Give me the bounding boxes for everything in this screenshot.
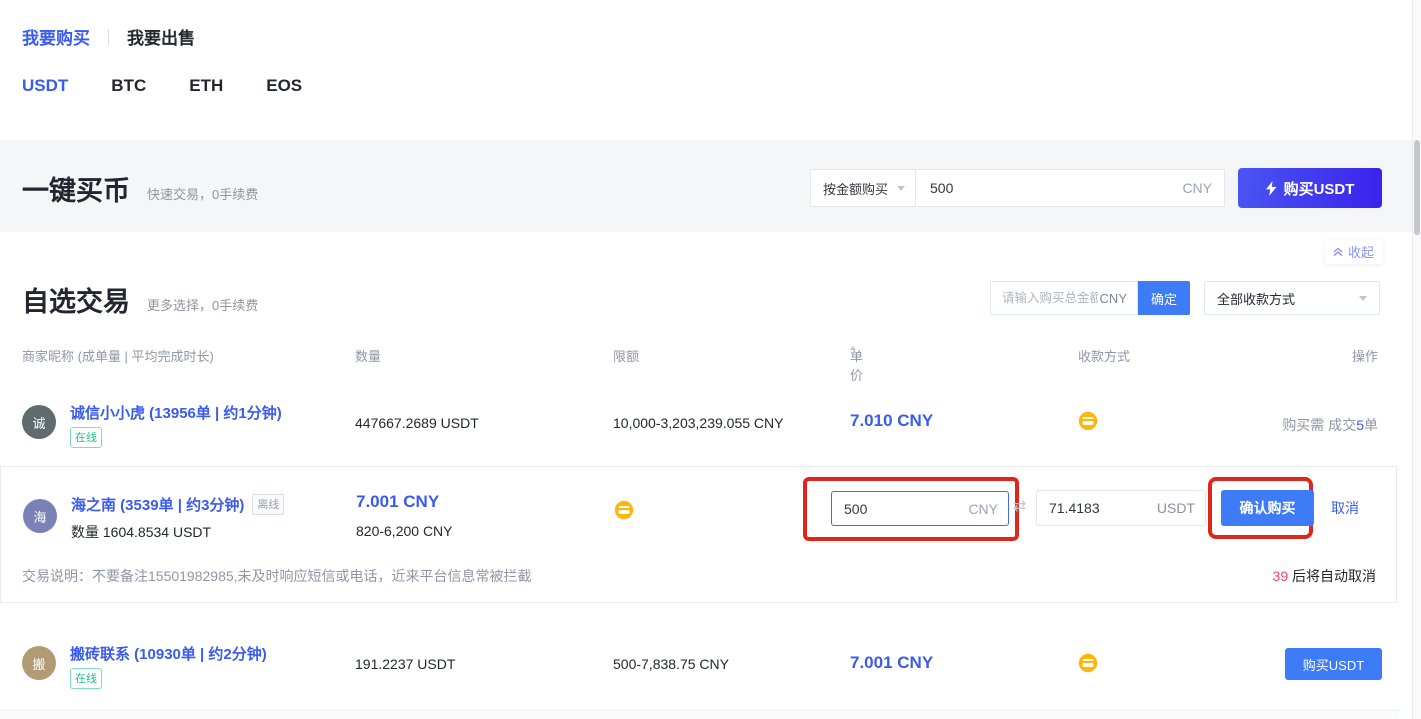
receive-amount-input[interactable] bbox=[1049, 500, 1157, 516]
bank-card-icon bbox=[614, 500, 634, 523]
quick-buy-amount-input[interactable] bbox=[930, 180, 1182, 196]
coin-tabs: USDT BTC ETH EOS bbox=[22, 76, 302, 96]
price-cell: 7.001 CNY bbox=[850, 653, 933, 673]
buy-mode-select-value: 按金额购买 bbox=[823, 179, 888, 198]
action-requirement-text: 购买需 成交5单 bbox=[1282, 415, 1378, 435]
exchange-icon: ⇄ bbox=[1013, 496, 1026, 516]
limit-cell: 820-6,200 CNY bbox=[356, 523, 453, 539]
table-row: 搬 搬砖联系 (10930单 | 约2分钟) 在线 191.2237 USDT … bbox=[0, 622, 1399, 704]
amount-value: 1604.8534 USDT bbox=[103, 524, 211, 540]
avatar[interactable]: 搬 bbox=[22, 646, 56, 680]
total-amount-filter-input[interactable] bbox=[1002, 291, 1098, 305]
tab-divider bbox=[108, 29, 109, 45]
pay-amount-input[interactable] bbox=[844, 501, 968, 517]
header-action: 操作 bbox=[1352, 346, 1378, 365]
limit-cell: 500-7,838.75 CNY bbox=[613, 656, 729, 672]
table-header: 商家昵称 (成单量 | 平均完成时长) 数量 限额 单价 收款方式 操作 bbox=[0, 346, 1399, 366]
quick-buy-button[interactable]: 购买USDT bbox=[1238, 168, 1382, 208]
quick-buy-section: 一键买币 快速交易，0手续费 按金额购买 CNY 购买USDT bbox=[0, 140, 1421, 232]
merchant-name: 海之南 (3539单 | 约3分钟) bbox=[71, 497, 244, 514]
coin-tab-eos[interactable]: EOS bbox=[266, 76, 302, 96]
quick-buy-subtitle: 快速交易，0手续费 bbox=[147, 184, 258, 203]
receive-amount-field: USDT bbox=[1036, 490, 1206, 526]
countdown-seconds: 39 bbox=[1273, 568, 1289, 584]
lightning-icon bbox=[1266, 181, 1277, 196]
total-amount-filter-field: CNY bbox=[990, 281, 1138, 315]
action-suffix: 单 bbox=[1364, 417, 1378, 433]
buy-mode-select[interactable]: 按金额购买 bbox=[810, 169, 915, 207]
bank-card-icon bbox=[1078, 653, 1098, 676]
receive-currency-suffix: USDT bbox=[1157, 500, 1195, 516]
coin-tab-usdt[interactable]: USDT bbox=[22, 76, 68, 96]
chevron-double-up-icon bbox=[1332, 246, 1344, 258]
action-prefix: 购买需 成交 bbox=[1282, 417, 1356, 433]
amount-line: 数量 1604.8534 USDT bbox=[71, 522, 211, 542]
trade-direction-tabs: 我要购买 我要出售 bbox=[22, 24, 195, 49]
avatar[interactable]: 诚 bbox=[22, 405, 56, 439]
header-amount: 数量 bbox=[355, 346, 381, 365]
amount-label: 数量 bbox=[71, 524, 99, 540]
filter-currency-suffix: CNY bbox=[1100, 291, 1127, 306]
tab-sell[interactable]: 我要出售 bbox=[127, 24, 195, 49]
quick-buy-amount-field: CNY bbox=[915, 169, 1225, 207]
coin-tab-btc[interactable]: BTC bbox=[111, 76, 146, 96]
amount-cell: 191.2237 USDT bbox=[355, 656, 455, 672]
merchant-name-link[interactable]: 诚信小小虎 (13956单 | 约1分钟) bbox=[70, 402, 282, 423]
status-badge: 在线 bbox=[70, 668, 102, 689]
status-badge: 在线 bbox=[70, 427, 102, 448]
sort-icon bbox=[850, 346, 856, 356]
limit-cell: 10,000-3,203,239.055 CNY bbox=[613, 415, 783, 431]
amount-cell: 447667.2689 USDT bbox=[355, 415, 479, 431]
header-limit: 限额 bbox=[613, 346, 639, 365]
quick-buy-currency-suffix: CNY bbox=[1182, 180, 1212, 196]
scrollbar-track[interactable] bbox=[1412, 0, 1421, 719]
chevron-down-icon bbox=[1359, 296, 1367, 301]
quick-buy-title: 一键买币 bbox=[22, 169, 130, 208]
pay-currency-suffix: CNY bbox=[968, 501, 998, 517]
avatar[interactable]: 海 bbox=[23, 499, 57, 533]
tab-buy[interactable]: 我要购买 bbox=[22, 24, 90, 49]
merchant-name-link[interactable]: 搬砖联系 (10930单 | 约2分钟) bbox=[70, 643, 267, 664]
collapse-label: 收起 bbox=[1348, 242, 1374, 261]
buy-usdt-button[interactable]: 购买USDT bbox=[1285, 648, 1382, 680]
otc-subtitle: 更多选择，0手续费 bbox=[147, 295, 258, 314]
otc-title: 自选交易 bbox=[22, 280, 130, 319]
trade-note-text: 交易说明：不要备注15501982985,未及时响应短信或电话，近来平台信息常被… bbox=[22, 566, 532, 586]
collapse-button[interactable]: 收起 bbox=[1325, 240, 1383, 264]
cancel-link[interactable]: 取消 bbox=[1331, 498, 1359, 518]
table-row-expanded: 海 海之南 (3539单 | 约3分钟) 离线 数量 1604.8534 USDT… bbox=[0, 466, 1397, 603]
header-payment: 收款方式 bbox=[1078, 346, 1130, 365]
table-row: 诚 诚信小小虎 (13956单 | 约1分钟) 在线 447667.2689 U… bbox=[0, 383, 1399, 463]
bank-card-icon bbox=[1078, 411, 1098, 434]
price-cell: 7.001 CNY bbox=[356, 492, 439, 512]
action-count: 5 bbox=[1356, 417, 1364, 433]
scrollbar-thumb[interactable] bbox=[1414, 140, 1420, 235]
otc-trading-page: 我要购买 我要出售 USDT BTC ETH EOS 一键买币 快速交易，0手续… bbox=[0, 0, 1421, 719]
countdown-suffix: 后将自动取消 bbox=[1288, 568, 1376, 584]
merchant-name-link[interactable]: 海之南 (3539单 | 约3分钟) 离线 bbox=[71, 494, 284, 515]
pay-amount-field: CNY bbox=[831, 491, 1009, 526]
header-merchant: 商家昵称 (成单量 | 平均完成时长) bbox=[22, 346, 214, 365]
next-row-edge bbox=[0, 711, 1399, 719]
payment-method-select-value: 全部收款方式 bbox=[1217, 289, 1295, 308]
status-badge: 离线 bbox=[252, 494, 284, 515]
quick-buy-button-label: 购买USDT bbox=[1284, 178, 1355, 199]
auto-cancel-countdown: 39 后将自动取消 bbox=[1273, 566, 1376, 586]
payment-method-select[interactable]: 全部收款方式 bbox=[1204, 281, 1380, 315]
confirm-buy-button[interactable]: 确认购买 bbox=[1221, 490, 1314, 526]
coin-tab-eth[interactable]: ETH bbox=[189, 76, 223, 96]
filter-confirm-button[interactable]: 确定 bbox=[1138, 281, 1190, 315]
chevron-down-icon bbox=[897, 186, 905, 191]
price-cell: 7.010 CNY bbox=[850, 411, 933, 431]
